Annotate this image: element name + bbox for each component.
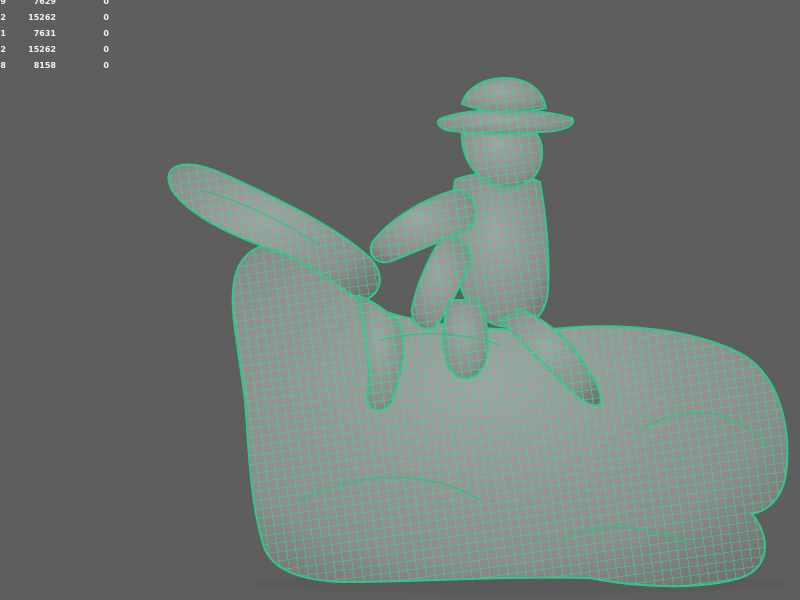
3d-viewport[interactable]: 29 7629 0 62 15262 0 31 7631 0 62 15262 …	[0, 0, 800, 600]
hud-value: 0	[103, 45, 109, 54]
hud-value: 0	[103, 61, 109, 70]
heads-up-display: 29 7629 0 62 15262 0 31 7631 0 62 15262 …	[0, 0, 120, 80]
hud-value: 0	[103, 0, 109, 6]
hud-value: 31	[0, 29, 6, 38]
mesh-wireframe	[168, 78, 788, 587]
hud-value: 7629	[33, 0, 56, 6]
hud-row: 62 15262 0	[0, 45, 120, 64]
hud-row: 62 15262 0	[0, 13, 120, 32]
hud-value: 62	[0, 45, 6, 54]
hud-value: 0	[103, 13, 109, 22]
hud-value: 62	[0, 13, 6, 22]
hud-row: 31 7631 0	[0, 29, 120, 48]
hud-value: 7631	[33, 29, 56, 38]
hud-value: 15262	[28, 45, 56, 54]
hud-value: 0	[103, 29, 109, 38]
wireframe-mesh-icon[interactable]	[0, 0, 800, 600]
hud-row: 29 7629 0	[0, 0, 120, 16]
hud-value: 29	[0, 0, 6, 6]
hud-value: 8158	[33, 61, 56, 70]
hud-row: 58 8158 0	[0, 61, 120, 80]
hud-value: 58	[0, 61, 6, 70]
hud-value: 15262	[28, 13, 56, 22]
